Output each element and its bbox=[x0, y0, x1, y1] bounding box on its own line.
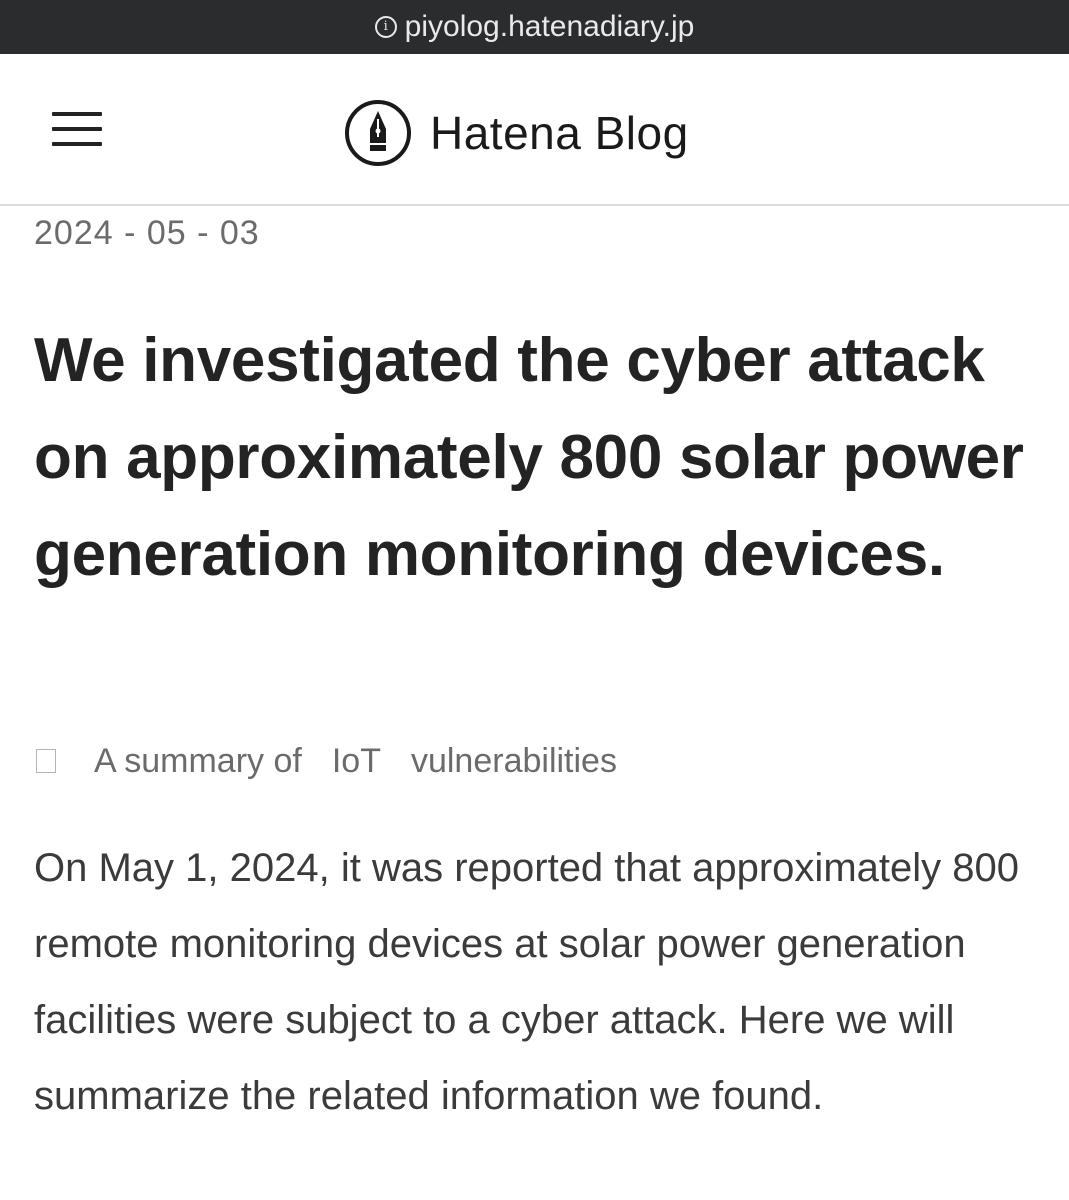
site-header: Hatena Blog bbox=[0, 54, 1069, 206]
category-link-summary[interactable]: A summary of bbox=[94, 742, 302, 781]
article-title[interactable]: We investigated the cyber attack on appr… bbox=[34, 312, 1034, 603]
post-date[interactable]: 2024 - 05 - 03 bbox=[34, 214, 260, 253]
hatena-blog-logo-link[interactable]: Hatena Blog bbox=[344, 98, 689, 168]
category-list: A summary of IoT vulnerabilities bbox=[34, 736, 647, 786]
info-icon[interactable]: i bbox=[374, 16, 397, 38]
folder-icon bbox=[36, 749, 56, 773]
url-text[interactable]: piyolog.hatenadiary.jp bbox=[405, 10, 695, 44]
browser-url-bar[interactable]: i piyolog.hatenadiary.jp bbox=[0, 0, 1069, 54]
article-body-paragraph: On May 1, 2024, it was reported that app… bbox=[34, 846, 1019, 1118]
category-link-iot[interactable]: IoT bbox=[332, 742, 381, 781]
fountain-pen-nib-icon bbox=[345, 100, 411, 166]
brand-name: Hatena Blog bbox=[430, 107, 689, 159]
hamburger-menu-icon[interactable] bbox=[52, 110, 102, 148]
category-link-vulnerabilities[interactable]: vulnerabilities bbox=[411, 742, 617, 781]
